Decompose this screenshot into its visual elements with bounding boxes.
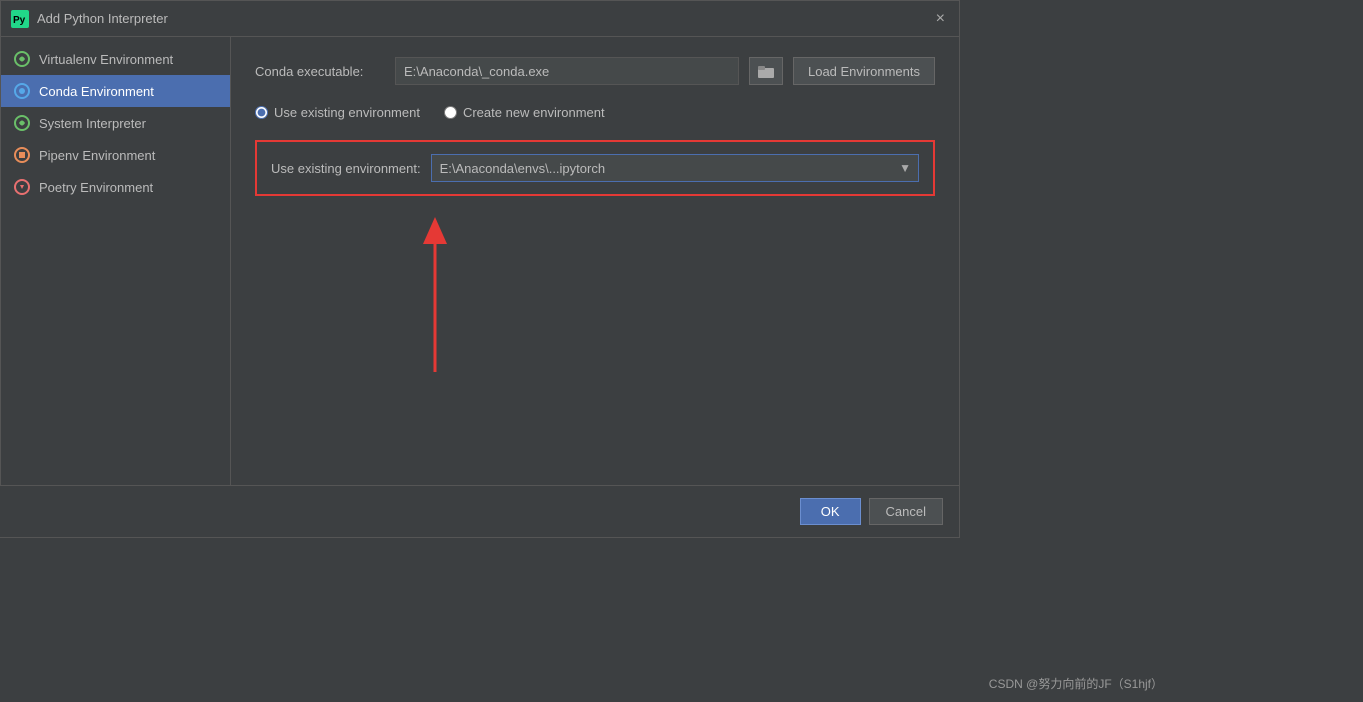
watermark-text: CSDN @努力向前的JF（S1hjf）	[989, 675, 1163, 692]
radio-create-new[interactable]	[444, 106, 457, 119]
close-button[interactable]: ×	[932, 10, 949, 28]
radio-use-existing[interactable]	[255, 106, 268, 119]
sidebar-label-pipenv: Pipenv Environment	[39, 148, 155, 163]
sidebar-label-system: System Interpreter	[39, 116, 146, 131]
sidebar-item-virtualenv[interactable]: Virtualenv Environment	[1, 43, 230, 75]
title-bar-left: Py Add Python Interpreter	[11, 10, 168, 28]
env-select-wrapper: E:\Anaconda\envs\...ipytorch ▼	[431, 154, 919, 182]
red-arrow-annotation	[395, 212, 475, 392]
radio-create-new-text: Create new environment	[463, 105, 605, 120]
add-python-interpreter-dialog: Py Add Python Interpreter × Virtualenv E…	[0, 0, 960, 538]
radio-use-existing-label[interactable]: Use existing environment	[255, 105, 420, 120]
sidebar-item-conda[interactable]: Conda Environment	[1, 75, 230, 107]
conda-executable-label: Conda executable:	[255, 64, 385, 79]
cancel-button[interactable]: Cancel	[869, 498, 943, 525]
highlight-box: Use existing environment: E:\Anaconda\en…	[255, 140, 935, 196]
conda-icon	[13, 82, 31, 100]
sidebar-label-virtualenv: Virtualenv Environment	[39, 52, 173, 67]
folder-icon	[758, 64, 774, 78]
browse-button[interactable]	[749, 57, 783, 85]
pipenv-icon	[13, 146, 31, 164]
bottom-bar: OK Cancel	[0, 485, 959, 537]
virtualenv-icon	[13, 50, 31, 68]
radio-use-existing-text: Use existing environment	[274, 105, 420, 120]
dialog-title: Add Python Interpreter	[37, 11, 168, 26]
pycharm-icon: Py	[11, 10, 29, 28]
conda-executable-row: Conda executable: Load Environments	[255, 57, 935, 85]
radio-create-new-label[interactable]: Create new environment	[444, 105, 605, 120]
sidebar-label-poetry: Poetry Environment	[39, 180, 153, 195]
arrow-area	[255, 212, 935, 392]
dialog-body: Virtualenv Environment Conda Environment…	[1, 37, 959, 537]
radio-group: Use existing environment Create new envi…	[255, 101, 935, 124]
sidebar-item-pipenv[interactable]: Pipenv Environment	[1, 139, 230, 171]
sidebar-item-system[interactable]: System Interpreter	[1, 107, 230, 139]
existing-env-select[interactable]: E:\Anaconda\envs\...ipytorch	[431, 154, 919, 182]
sidebar-label-conda: Conda Environment	[39, 84, 154, 99]
sidebar-item-poetry[interactable]: Poetry Environment	[1, 171, 230, 203]
load-environments-button[interactable]: Load Environments	[793, 57, 935, 85]
main-content: Conda executable: Load Environments Use …	[231, 37, 959, 537]
title-bar: Py Add Python Interpreter ×	[1, 1, 959, 37]
conda-executable-input[interactable]	[395, 57, 739, 85]
ok-button[interactable]: OK	[800, 498, 861, 525]
system-icon	[13, 114, 31, 132]
poetry-icon	[13, 178, 31, 196]
sidebar: Virtualenv Environment Conda Environment…	[1, 37, 231, 537]
env-label: Use existing environment:	[271, 161, 421, 176]
svg-text:Py: Py	[13, 15, 26, 26]
